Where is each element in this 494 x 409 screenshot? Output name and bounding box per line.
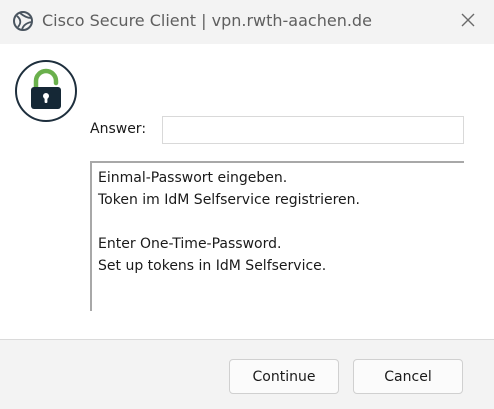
window-title: Cisco Secure Client | vpn.rwth-aachen.de [42, 11, 372, 30]
lock-icon [14, 59, 78, 123]
message-line: Enter One-Time-Password. [98, 236, 282, 252]
cisco-globe-icon [12, 10, 34, 32]
message-line: Einmal-Passwort eingeben. [98, 170, 288, 186]
message-text-area: Einmal-Passwort eingeben. Token im IdM S… [90, 161, 464, 311]
message-line: Set up tokens in IdM Selfservice. [98, 258, 327, 274]
cancel-button[interactable]: Cancel [353, 359, 463, 394]
title-bar: Cisco Secure Client | vpn.rwth-aachen.de [0, 0, 494, 44]
footer-divider [0, 339, 494, 340]
close-icon [460, 12, 476, 32]
continue-button[interactable]: Continue [229, 359, 339, 394]
dialog-content: Answer: Einmal-Passwort eingeben. Token … [0, 44, 494, 339]
message-line: Token im IdM Selfservice registrieren. [98, 192, 360, 208]
answer-input[interactable] [162, 116, 464, 144]
answer-label: Answer: [90, 121, 147, 137]
close-button[interactable] [454, 8, 482, 36]
cisco-secure-client-dialog: Cisco Secure Client | vpn.rwth-aachen.de… [0, 0, 494, 409]
